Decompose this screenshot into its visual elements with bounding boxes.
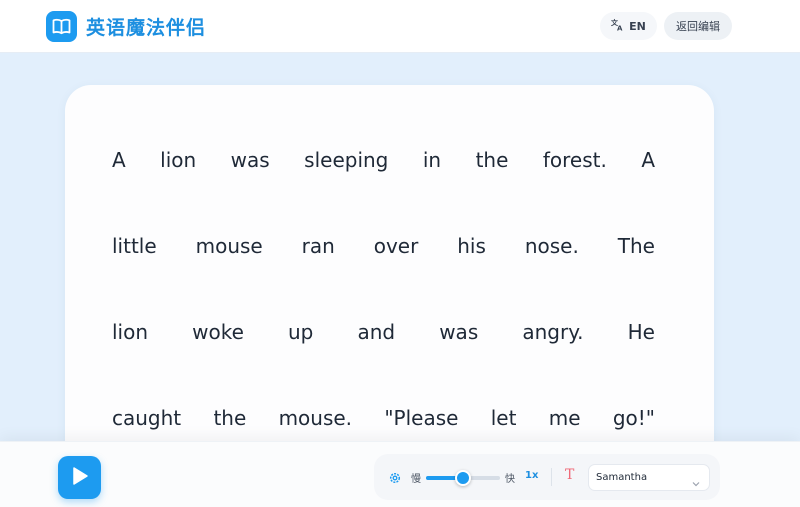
story-word[interactable]: the <box>476 148 509 172</box>
story-word[interactable]: ran <box>302 234 335 258</box>
story-word[interactable]: go!" <box>613 406 655 430</box>
story-word[interactable]: let <box>491 406 517 430</box>
story-word[interactable]: in <box>423 148 441 172</box>
story-word[interactable]: sleeping <box>304 148 388 172</box>
story-word[interactable]: A <box>112 148 126 172</box>
speed-slider-thumb[interactable] <box>455 470 471 486</box>
speed-value: 1x <box>525 470 539 481</box>
language-label: EN <box>629 19 646 33</box>
story-word[interactable]: little <box>112 234 157 258</box>
app-title: 英语魔法伴侣 <box>86 17 207 39</box>
fast-label: 快 <box>505 474 515 485</box>
story-word[interactable]: caught <box>112 406 181 430</box>
story-line: Alion was sleeping in the forest. A <box>112 148 655 172</box>
story-word[interactable]: "Please <box>384 406 458 430</box>
story-word[interactable]: was <box>439 320 478 344</box>
text-format-icon[interactable]: T <box>565 467 574 483</box>
back-to-edit-button[interactable]: 返回编辑 <box>664 12 732 40</box>
story-word[interactable]: up <box>288 320 313 344</box>
story-line: lion woke up and was angry. He <box>112 320 655 344</box>
story-word[interactable]: woke <box>192 320 244 344</box>
story-word[interactable]: A <box>641 148 655 172</box>
playback-controls: 慢 快 1x T Samantha <box>374 454 720 500</box>
voice-select[interactable]: Samantha <box>588 464 710 491</box>
language-button[interactable]: 文 A EN <box>600 12 657 40</box>
story-word[interactable]: and <box>357 320 395 344</box>
story-word[interactable]: lion <box>112 320 148 344</box>
divider <box>551 468 552 486</box>
voice-select-value: Samantha <box>596 472 648 483</box>
story-word[interactable]: nose. <box>525 234 579 258</box>
play-button[interactable] <box>58 456 101 499</box>
slow-label: 慢 <box>411 474 421 485</box>
story-word[interactable]: mouse <box>196 234 263 258</box>
chevron-down-icon <box>692 473 700 487</box>
top-header: 英语魔法伴侣 文 A EN 返回编辑 <box>0 0 800 53</box>
story-line: caught the mouse. "Please let me go!" <box>112 406 655 430</box>
story-word[interactable]: angry. <box>522 320 583 344</box>
play-icon <box>71 466 89 490</box>
story-word[interactable]: mouse. <box>279 406 352 430</box>
story-word[interactable]: over <box>374 234 419 258</box>
story-word[interactable]: the <box>213 406 246 430</box>
story-line: little mouse ran over his nose. The <box>112 234 655 258</box>
playback-bar: 慢 快 1x T Samantha <box>0 441 800 507</box>
story-word[interactable]: his <box>457 234 486 258</box>
story-word[interactable]: was <box>231 148 270 172</box>
svg-text:A: A <box>617 25 623 32</box>
story-word[interactable]: He <box>628 320 655 344</box>
translate-icon: 文 A <box>611 18 624 34</box>
book-icon <box>46 11 77 42</box>
story-word[interactable]: me <box>549 406 581 430</box>
story-word[interactable]: The <box>618 234 655 258</box>
story-word[interactable]: lion <box>160 148 196 172</box>
gear-icon[interactable] <box>388 470 402 484</box>
story-word[interactable]: forest. <box>543 148 607 172</box>
speed-slider[interactable] <box>426 470 500 486</box>
